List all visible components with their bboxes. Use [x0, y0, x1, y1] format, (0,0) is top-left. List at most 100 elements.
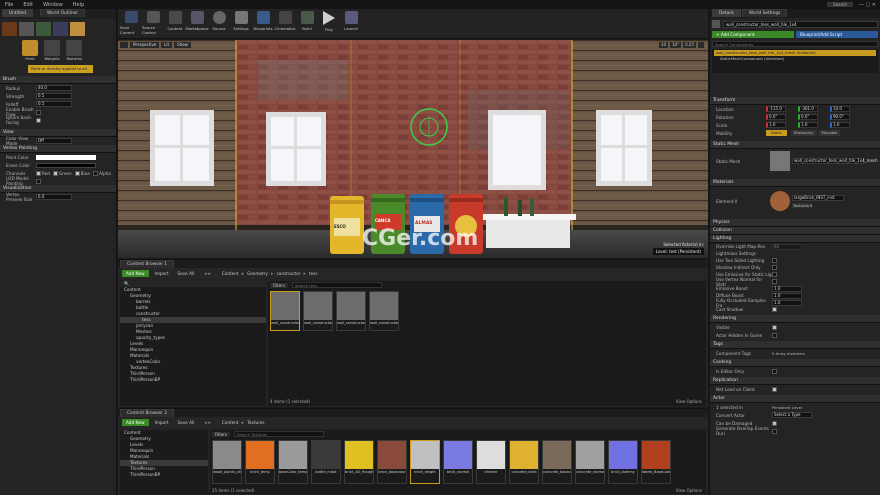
tab-world-settings[interactable]: World Settings — [742, 9, 788, 17]
cb1-view-options[interactable]: View Options — [676, 399, 702, 404]
erase-color-swatch[interactable] — [36, 162, 96, 168]
tree-folder[interactable]: ThirdPersonBP — [120, 472, 208, 478]
cb2-search-input[interactable]: Search Textures — [234, 431, 324, 437]
cb2-view-options[interactable]: View Options — [676, 488, 702, 493]
lighting-checkbox[interactable] — [772, 265, 777, 270]
perspective-button[interactable]: Perspective — [130, 42, 160, 48]
breadcrumb-tess[interactable]: tess — [309, 271, 318, 276]
texture-tile[interactable]: brick_basecolor — [377, 440, 407, 484]
asset-tile[interactable]: wall_constructor_tess_window_6fx — [369, 291, 399, 331]
landscape-mode-icon[interactable] — [36, 22, 51, 36]
brush-header[interactable]: Brush — [0, 76, 116, 84]
overlap-events-checkbox[interactable] — [772, 428, 777, 434]
lighting-checkbox[interactable] — [772, 272, 777, 277]
tool-textures[interactable]: Textures — [66, 40, 82, 61]
cb2-nav-arrows-icon[interactable]: ◂ ▸ — [204, 420, 211, 426]
channel-alpha-checkbox[interactable] — [92, 170, 98, 176]
strength-input[interactable]: 0.5 — [36, 93, 72, 99]
breadcrumb-geometry[interactable]: Geometry — [247, 271, 268, 276]
cb2-breadcrumb-textures[interactable]: Textures — [247, 420, 265, 425]
location-z[interactable]: 10.0 — [830, 106, 850, 112]
cb1-filters-button[interactable]: Filters — [270, 282, 288, 288]
texture-tile[interactable]: brick_temp — [245, 440, 275, 484]
window-controls[interactable]: Search — ▢ ✕ — [800, 0, 880, 9]
show-button[interactable]: Show — [174, 42, 191, 48]
tool-weights[interactable]: Weights — [44, 40, 60, 61]
static-mesh-value[interactable]: wall_constructor_tess_wall_tile_1x4_mesh — [792, 158, 878, 164]
falloff-input[interactable]: 0.5 — [36, 101, 72, 107]
channel-red-checkbox[interactable] — [36, 170, 41, 176]
lighting-value-input[interactable]: 64 — [772, 243, 802, 250]
actor-name-input[interactable]: wall_constructor_tess_wall_tile_1x4 — [723, 20, 878, 28]
breadcrumb-constructor[interactable]: constructor — [276, 271, 300, 276]
lighting-checkbox[interactable] — [772, 307, 777, 312]
place-mode-icon[interactable] — [2, 22, 17, 36]
texture-tile[interactable]: brick_dummy — [608, 440, 638, 484]
source-control-button[interactable]: Source Control — [142, 9, 164, 35]
material-textures-dropdown[interactable]: Textures ▾ — [792, 202, 812, 208]
lit-button[interactable]: Lit — [161, 42, 173, 48]
backface-checkbox[interactable] — [36, 117, 41, 123]
cb1-search-input[interactable]: Search tess — [292, 282, 382, 288]
viewport-menu-icon[interactable] — [120, 42, 128, 48]
menu-window[interactable]: Window — [38, 2, 68, 8]
asset-tile[interactable]: wall_constructor_tess_door_6fx — [270, 291, 300, 331]
location-y[interactable]: -301.0 — [798, 106, 818, 112]
texture-tile[interactable]: baseColor_temp — [278, 440, 308, 484]
transform-header[interactable]: Transform — [710, 97, 880, 105]
net-load-checkbox[interactable] — [772, 386, 777, 392]
editor-only-checkbox[interactable] — [772, 368, 777, 374]
collision-header[interactable]: Collision — [710, 227, 880, 235]
tab-details[interactable]: Details — [712, 9, 741, 17]
import-button[interactable]: Import — [152, 270, 172, 277]
rotation-x[interactable]: 0.0° — [766, 114, 786, 120]
scale-x[interactable]: 1.0 — [766, 122, 786, 128]
marketplace-button[interactable]: Marketplace — [185, 9, 209, 35]
level-viewport[interactable]: ESCO CANCA ALMAS Perspective Lit Show 10… — [118, 40, 708, 258]
geometry-mode-icon[interactable] — [70, 22, 85, 36]
static-mesh-header[interactable]: Static Mesh — [710, 141, 880, 149]
static-mesh-thumbnail[interactable] — [770, 151, 790, 171]
physics-header[interactable]: Physics — [710, 219, 880, 227]
channel-green-checkbox[interactable] — [52, 170, 58, 176]
scale-y[interactable]: 1.0 — [798, 122, 818, 128]
texture-tile[interactable]: concrete_normal — [575, 440, 605, 484]
save-current-button[interactable]: Save Current — [120, 9, 142, 35]
rotation-snap[interactable]: 10° — [670, 42, 682, 48]
replication-header[interactable]: Replication — [710, 377, 880, 385]
maximize-icon[interactable] — [698, 42, 704, 48]
cb2-breadcrumb-content[interactable]: Content — [222, 420, 239, 425]
add-component-button[interactable]: + Add Component — [712, 31, 794, 38]
radius-input[interactable]: 40.0 — [36, 85, 72, 91]
channel-blue-checkbox[interactable] — [74, 170, 80, 176]
menu-help[interactable]: Help — [68, 2, 89, 8]
window-buttons[interactable]: — ▢ ✕ — [859, 2, 876, 8]
texture-tile[interactable]: brick_AO_Roughness — [344, 440, 374, 484]
texture-tile[interactable]: concrete_basecolor — [542, 440, 572, 484]
texture-tile[interactable]: concrete_brkd — [509, 440, 539, 484]
cb2-add-new-button[interactable]: Add New — [122, 419, 149, 426]
cb2-filters-button[interactable]: Filters — [212, 431, 230, 437]
play-button[interactable]: Play — [318, 9, 340, 35]
lighting-checkbox[interactable] — [772, 279, 777, 284]
scale-snap[interactable]: 0.25 — [683, 42, 696, 48]
actor-header[interactable]: Actor — [710, 395, 880, 403]
preview-size-input[interactable]: 6.0 — [36, 194, 72, 200]
lighting-header[interactable]: Lighting — [710, 235, 880, 243]
cooking-header[interactable]: Cooking — [710, 359, 880, 367]
tags-header[interactable]: Tags — [710, 341, 880, 349]
material-sphere-thumbnail[interactable] — [770, 191, 790, 211]
cb2-save-all-button[interactable]: Save All — [174, 419, 197, 426]
color-view-select[interactable]: Off — [36, 138, 72, 144]
nav-arrows-icon[interactable]: ◂ ▸ — [204, 271, 211, 277]
mobility-stationary[interactable]: Stationary — [790, 130, 817, 136]
build-button[interactable]: Build — [296, 9, 318, 35]
blueprint-script-button[interactable]: Blueprint/Add Script — [796, 31, 878, 38]
lighting-value-input[interactable]: 1.0 — [772, 292, 802, 299]
lighting-checkbox[interactable] — [772, 258, 777, 263]
convert-actor-select[interactable]: Select a Type — [772, 412, 812, 418]
lighting-value-input[interactable]: 1.0 — [772, 285, 802, 292]
hidden-in-game-checkbox[interactable] — [772, 332, 777, 338]
search-help-field[interactable]: Search — [827, 2, 853, 7]
can-be-damaged-checkbox[interactable] — [772, 420, 777, 426]
